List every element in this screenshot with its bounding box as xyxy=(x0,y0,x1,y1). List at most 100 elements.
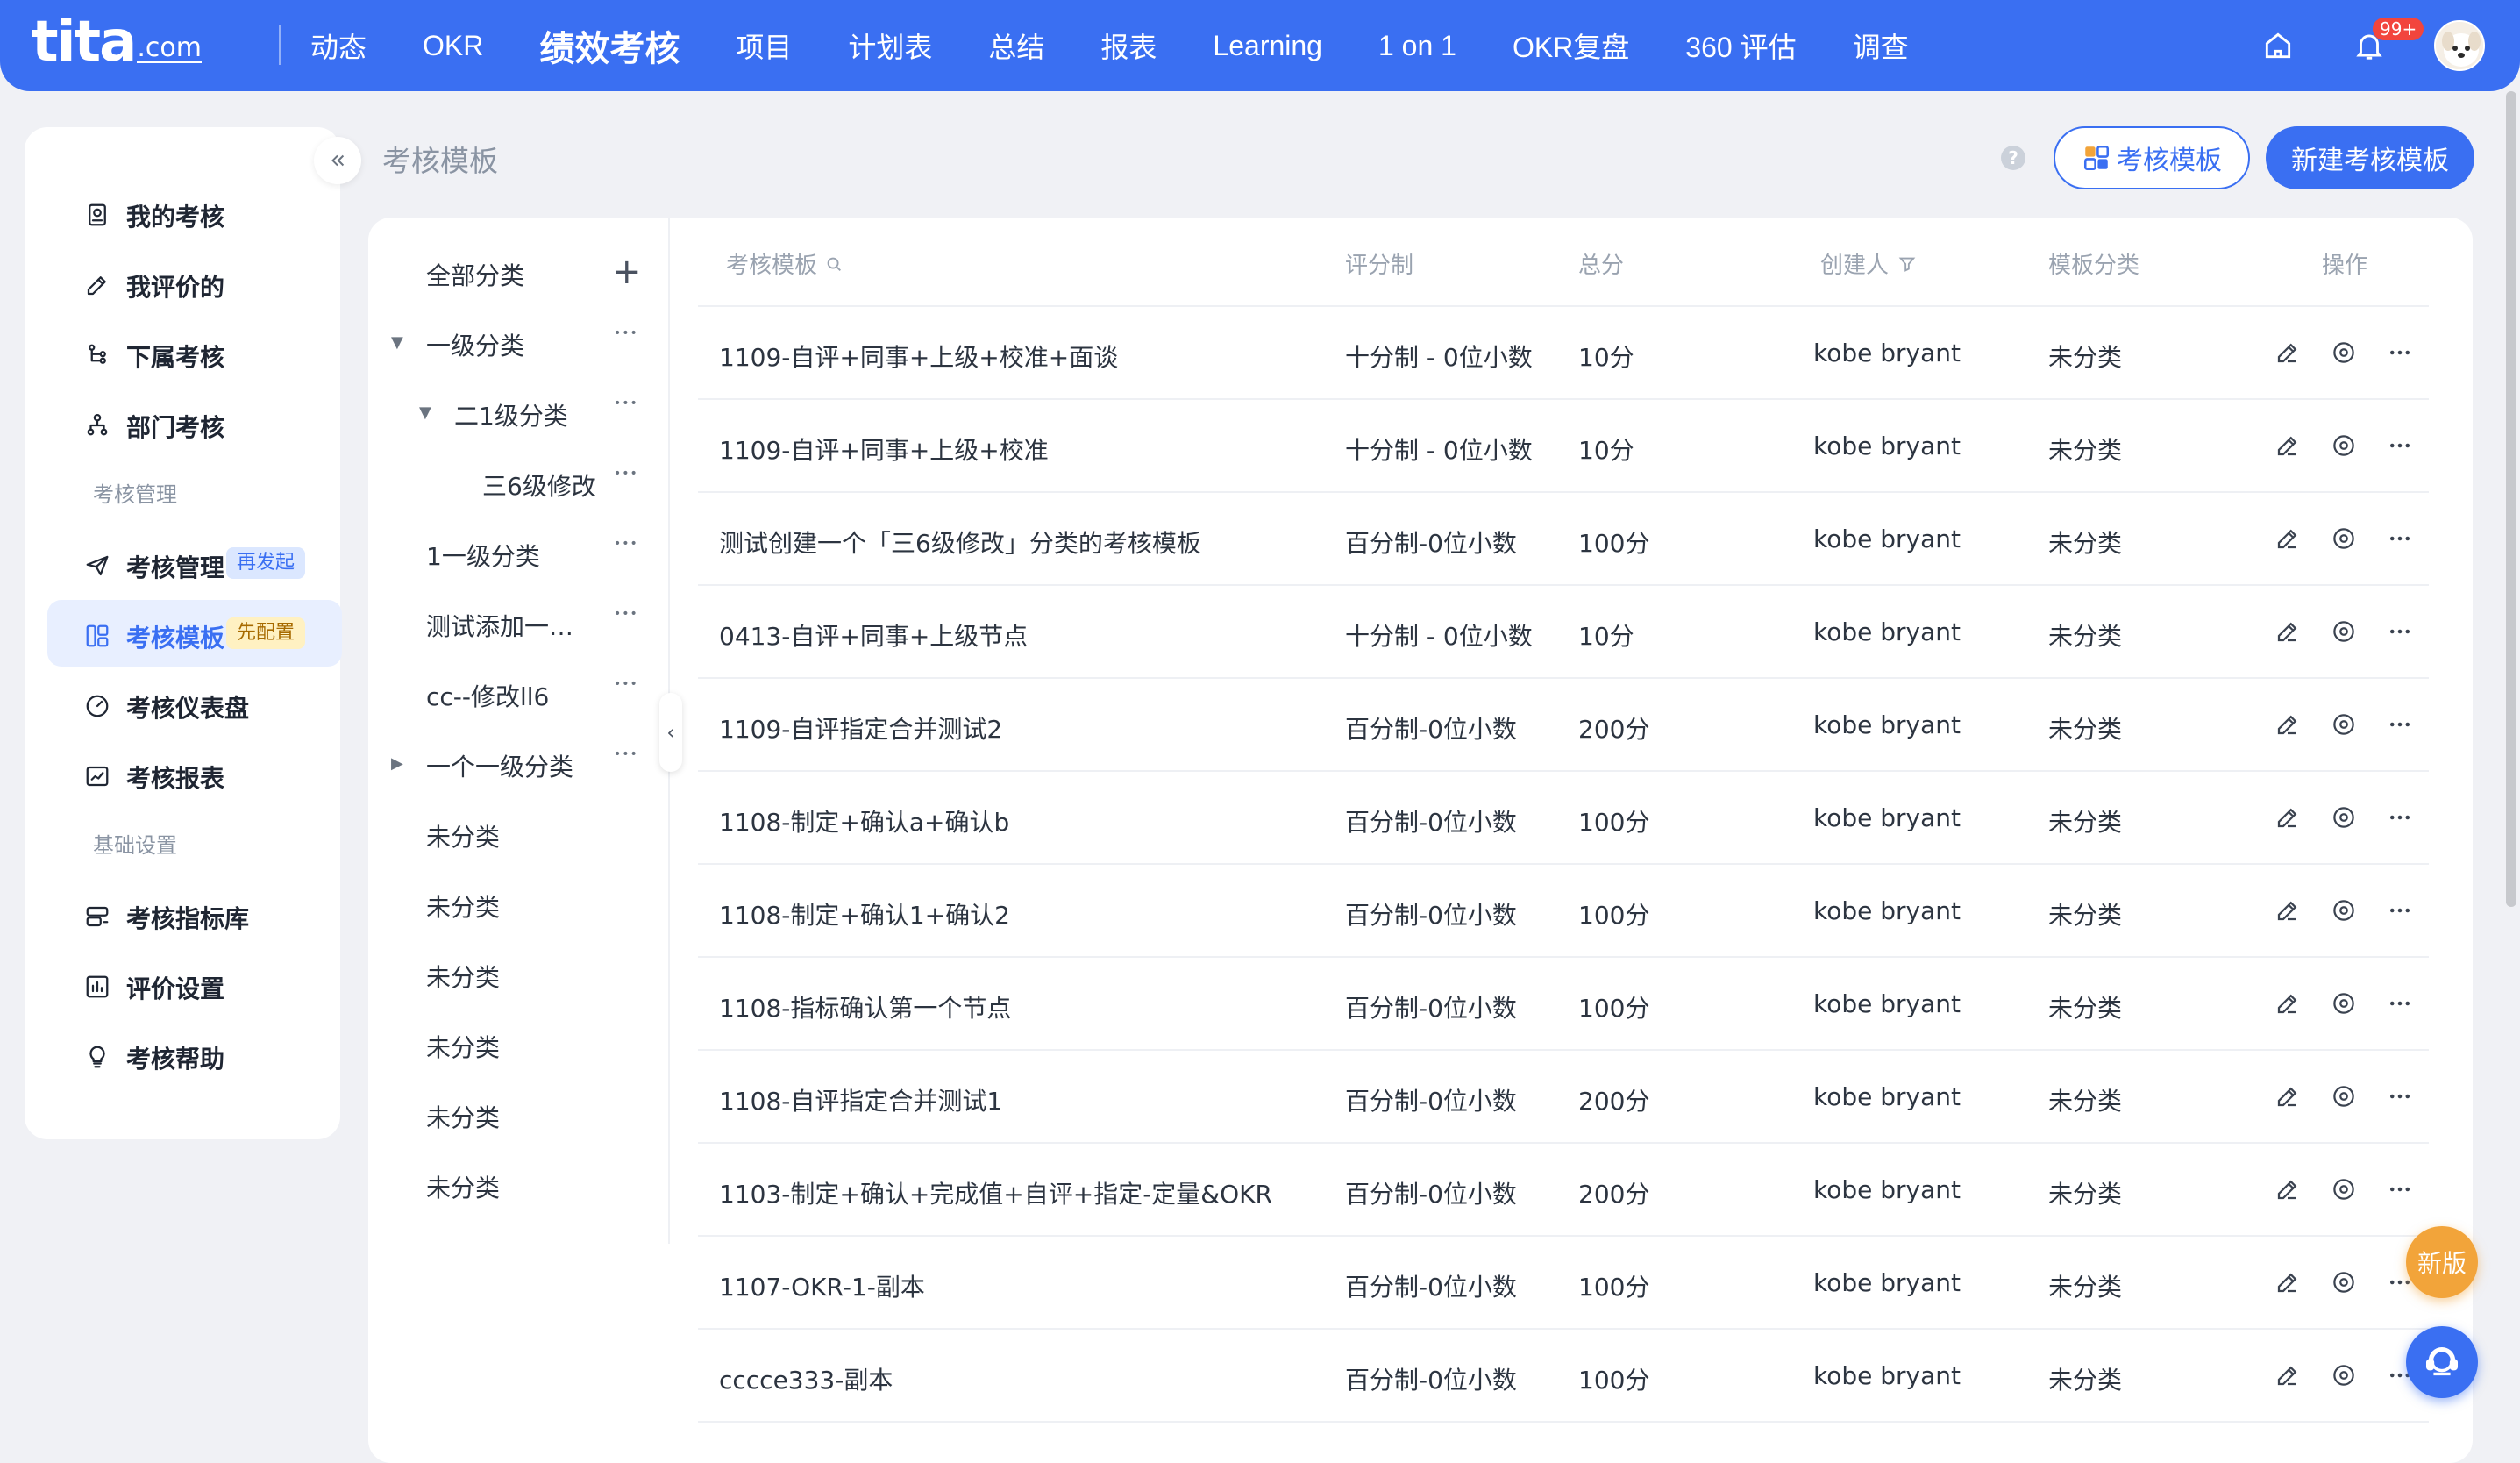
filter-icon[interactable] xyxy=(1897,254,1917,274)
table-row[interactable]: 1108-制定+确认a+确认b 百分制-0位小数 100分 kobe bryant 未分… xyxy=(698,772,2429,865)
help-icon[interactable]: ? xyxy=(2001,146,2025,170)
tree-item[interactable]: 一级分类 xyxy=(426,323,524,367)
home-button[interactable] xyxy=(2252,19,2304,72)
tree-collapse-toggle[interactable]: ‹ xyxy=(659,693,682,772)
notifications-button[interactable]: 99+ xyxy=(2343,18,2424,72)
more-icon[interactable] xyxy=(2387,432,2415,460)
more-icon[interactable] xyxy=(2387,990,2415,1018)
more-icon[interactable] xyxy=(2387,339,2415,368)
edit-icon[interactable] xyxy=(2274,1083,2303,1111)
edit-icon[interactable] xyxy=(2274,339,2303,368)
view-icon[interactable] xyxy=(2331,1362,2359,1390)
sidebar-collapse-button[interactable] xyxy=(314,137,361,184)
view-icon[interactable] xyxy=(2331,1083,2359,1111)
template-name-cell[interactable]: 1109-自评+同事+上级+校准+面谈 xyxy=(719,339,1118,374)
template-name-cell[interactable]: 1108-自评指定合并测试1 xyxy=(719,1082,1002,1117)
nav-item-7[interactable]: Learning xyxy=(1185,30,1350,62)
sidebar-item-basic-2[interactable]: 考核帮助 xyxy=(47,1021,342,1088)
tree-item[interactable]: 测试添加一… xyxy=(426,603,573,647)
sidebar-item-main-3[interactable]: 部门考核 xyxy=(47,389,342,456)
tree-item[interactable]: 三6级修改 xyxy=(482,463,596,507)
nav-item-10[interactable]: 360 评估 xyxy=(1657,25,1824,66)
view-icon[interactable] xyxy=(2331,990,2359,1018)
edit-icon[interactable] xyxy=(2274,1176,2303,1204)
page-scrollbar[interactable] xyxy=(2506,91,2516,907)
nav-item-4[interactable]: 计划表 xyxy=(820,25,960,66)
more-icon[interactable]: ••• xyxy=(614,467,638,481)
more-icon[interactable]: ••• xyxy=(614,607,638,621)
tree-item[interactable]: 未分类 xyxy=(426,1165,500,1209)
more-icon[interactable]: ••• xyxy=(614,396,638,410)
view-icon[interactable] xyxy=(2331,1269,2359,1297)
nav-item-5[interactable]: 总结 xyxy=(960,25,1072,66)
table-row[interactable]: 1108-制定+确认1+确认2 百分制-0位小数 100分 kobe bryant 未分… xyxy=(698,865,2429,958)
sidebar-item-basic-1[interactable]: 评价设置 xyxy=(47,951,342,1017)
more-icon[interactable]: ••• xyxy=(614,677,638,691)
new-template-button[interactable]: 新建考核模板 xyxy=(2266,126,2474,189)
template-name-cell[interactable]: 1107-OKR-1-副本 xyxy=(719,1268,925,1303)
tree-item[interactable]: 1一级分类 xyxy=(426,533,540,577)
sidebar-item-main-0[interactable]: 我的考核 xyxy=(47,179,342,246)
customer-service-button[interactable] xyxy=(2406,1326,2478,1398)
search-icon[interactable] xyxy=(824,254,844,274)
table-row[interactable]: 1109-自评+同事+上级+校准 十分制 - 0位小数 10分 kobe bryant… xyxy=(698,400,2429,493)
user-avatar[interactable] xyxy=(2434,20,2485,71)
template-name-cell[interactable]: 1109-自评+同事+上级+校准 xyxy=(719,432,1049,467)
tree-item[interactable]: cc--修改ll6 xyxy=(426,674,549,717)
edit-icon[interactable] xyxy=(2274,990,2303,1018)
caret-right-icon[interactable]: ▶ xyxy=(391,754,403,773)
edit-icon[interactable] xyxy=(2274,897,2303,925)
view-icon[interactable] xyxy=(2331,339,2359,368)
table-row[interactable]: 1103-制定+确认+完成值+自评+指定-定量&OKR 百分制-0位小数 200分 k… xyxy=(698,1144,2429,1237)
template-name-cell[interactable]: 1108-指标确认第一个节点 xyxy=(719,989,1011,1024)
new-version-button[interactable]: 新版 xyxy=(2406,1226,2478,1298)
more-icon[interactable] xyxy=(2387,804,2415,832)
nav-item-8[interactable]: 1 on 1 xyxy=(1350,30,1484,62)
nav-item-3[interactable]: 项目 xyxy=(708,25,820,66)
view-icon[interactable] xyxy=(2331,897,2359,925)
template-name-cell[interactable]: 1103-制定+确认+完成值+自评+指定-定量&OKR xyxy=(719,1175,1272,1210)
view-icon[interactable] xyxy=(2331,618,2359,646)
more-icon[interactable] xyxy=(2387,1083,2415,1111)
template-name-cell[interactable]: 1109-自评指定合并测试2 xyxy=(719,710,1002,746)
caret-down-icon[interactable]: ▼ xyxy=(391,333,403,352)
table-row[interactable]: 0413-自评+同事+上级节点 十分制 - 0位小数 10分 kobe bryant 未… xyxy=(698,586,2429,679)
edit-icon[interactable] xyxy=(2274,525,2303,553)
more-icon[interactable] xyxy=(2387,525,2415,553)
more-icon[interactable] xyxy=(2387,711,2415,739)
add-category-button[interactable]: + xyxy=(612,254,642,289)
more-icon[interactable] xyxy=(2387,1176,2415,1204)
nav-item-6[interactable]: 报表 xyxy=(1072,25,1185,66)
table-row[interactable]: 1108-指标确认第一个节点 百分制-0位小数 100分 kobe bryant 未分类 xyxy=(698,958,2429,1051)
col-header-template[interactable]: 考核模板 xyxy=(726,247,844,280)
tree-item[interactable]: 一个一级分类 xyxy=(426,744,573,788)
more-icon[interactable] xyxy=(2387,897,2415,925)
sidebar-item-manage-2[interactable]: 考核仪表盘 xyxy=(47,670,342,737)
tree-item[interactable]: 未分类 xyxy=(426,814,500,858)
template-name-cell[interactable]: 测试创建一个「三6级修改」分类的考核模板 xyxy=(719,525,1201,560)
table-row[interactable]: cccce333-副本 百分制-0位小数 100分 kobe bryant 未分类 xyxy=(698,1330,2429,1423)
edit-icon[interactable] xyxy=(2274,804,2303,832)
tree-item[interactable]: 未分类 xyxy=(426,1095,500,1138)
template-name-cell[interactable]: cccce333-副本 xyxy=(719,1361,893,1396)
more-icon[interactable]: ••• xyxy=(614,326,638,340)
table-row[interactable]: 1107-OKR-1-副本 百分制-0位小数 100分 kobe bryant 未分类 xyxy=(698,1237,2429,1330)
sidebar-item-main-2[interactable]: 下属考核 xyxy=(47,319,342,386)
tree-item[interactable]: 二1级分类 xyxy=(454,393,568,437)
view-icon[interactable] xyxy=(2331,525,2359,553)
view-icon[interactable] xyxy=(2331,711,2359,739)
caret-down-icon[interactable]: ▼ xyxy=(419,403,431,422)
sidebar-item-manage-0[interactable]: 考核管理 再发起 xyxy=(47,530,342,596)
table-row[interactable]: 测试创建一个「三6级修改」分类的考核模板 百分制-0位小数 100分 kobe bry… xyxy=(698,493,2429,586)
template-library-button[interactable]: 考核模板 xyxy=(2054,126,2250,189)
more-icon[interactable] xyxy=(2387,618,2415,646)
sidebar-item-main-1[interactable]: 我评价的 xyxy=(47,249,342,316)
table-row[interactable]: 1109-自评+同事+上级+校准+面谈 十分制 - 0位小数 10分 kobe bry… xyxy=(698,307,2429,400)
tita-logo[interactable]: tita .com xyxy=(32,14,202,70)
view-icon[interactable] xyxy=(2331,432,2359,460)
edit-icon[interactable] xyxy=(2274,1362,2303,1390)
template-name-cell[interactable]: 1108-制定+确认a+确认b xyxy=(719,803,1009,839)
sidebar-item-basic-0[interactable]: 考核指标库 xyxy=(47,881,342,947)
nav-item-11[interactable]: 调查 xyxy=(1825,25,1937,66)
sidebar-item-manage-3[interactable]: 考核报表 xyxy=(47,740,342,807)
